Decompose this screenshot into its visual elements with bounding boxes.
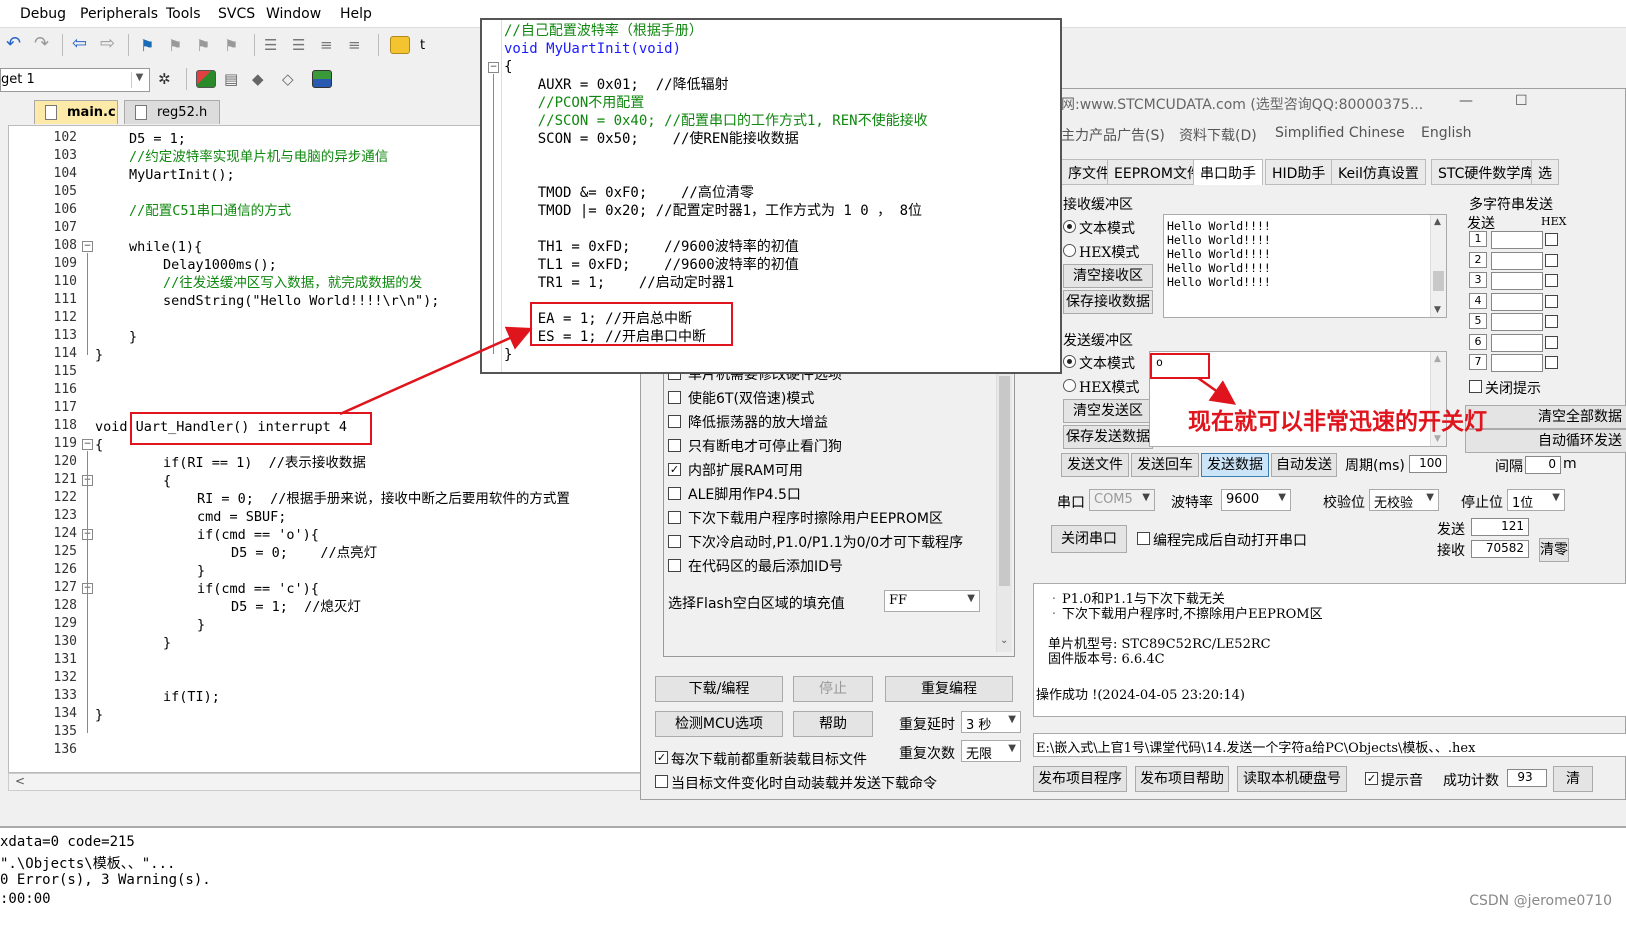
annotation-note: 现在就可以非常迅速的开关灯	[1188, 409, 1487, 435]
annotation-arrows	[339, 326, 1237, 416]
arrow-to-note	[1197, 376, 1237, 405]
arrow-to-popup	[339, 326, 533, 416]
